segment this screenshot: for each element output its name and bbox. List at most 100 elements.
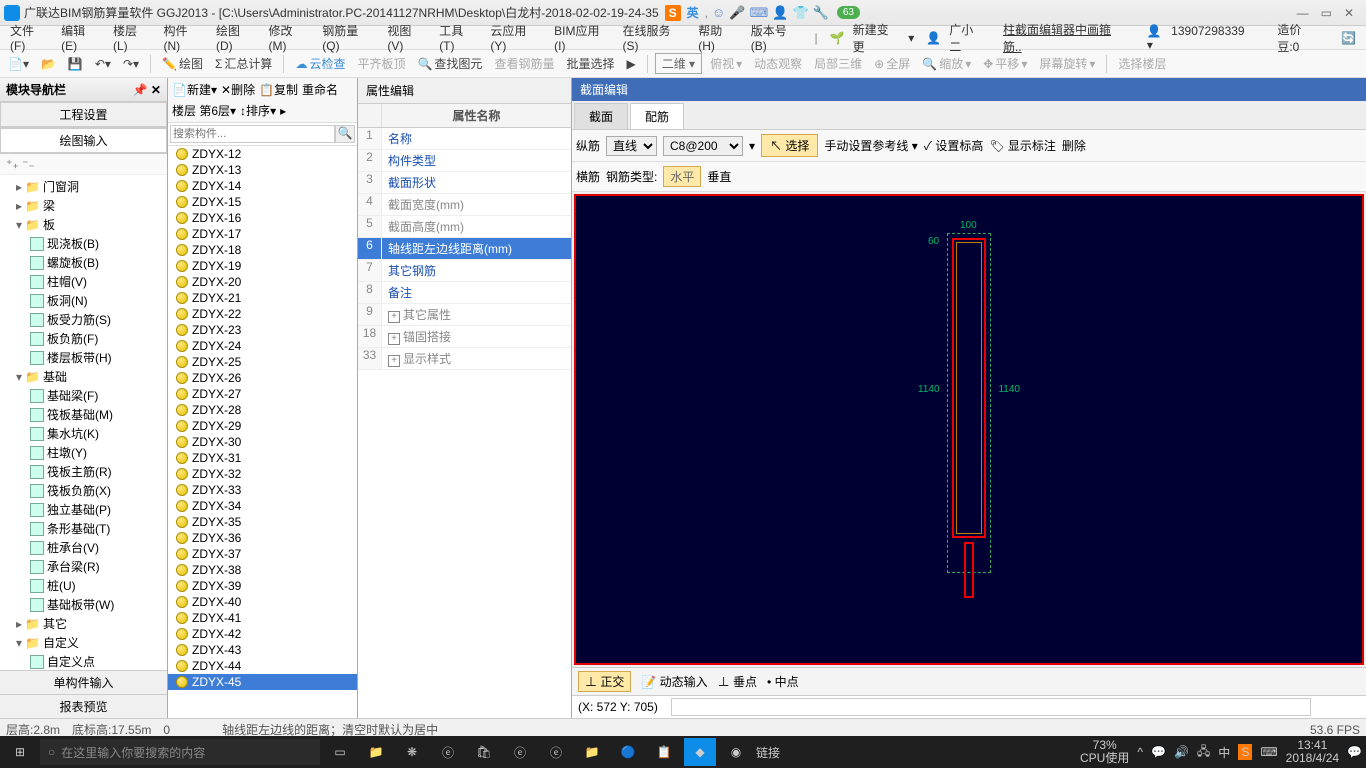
edge-icon[interactable]: ⓔ bbox=[432, 738, 464, 766]
component-item[interactable]: ZDYX-35 bbox=[168, 514, 357, 530]
tab-rebar[interactable]: 配筋 bbox=[630, 103, 684, 129]
component-item[interactable]: ZDYX-23 bbox=[168, 322, 357, 338]
property-row[interactable]: 2构件类型 bbox=[358, 150, 571, 172]
tree-item[interactable]: ▾ 📁 基础 bbox=[2, 367, 165, 386]
canvas[interactable]: 100 60 1140 1140 bbox=[574, 194, 1364, 665]
component-item[interactable]: ZDYX-26 bbox=[168, 370, 357, 386]
component-item[interactable]: ZDYX-27 bbox=[168, 386, 357, 402]
property-row[interactable]: 4截面宽度(mm) bbox=[358, 194, 571, 216]
coord-input[interactable] bbox=[671, 698, 1311, 716]
property-row[interactable]: 6轴线距左边线距离(mm) bbox=[358, 238, 571, 260]
link-label[interactable]: 链接 bbox=[756, 744, 780, 761]
component-item[interactable]: ZDYX-14 bbox=[168, 178, 357, 194]
mid-button[interactable]: • 中点 bbox=[767, 673, 799, 690]
tree-item[interactable]: 板受力筋(S) bbox=[2, 310, 165, 329]
tab-section[interactable]: 截面 bbox=[574, 103, 628, 129]
component-item[interactable]: ZDYX-38 bbox=[168, 562, 357, 578]
2d-selector[interactable]: 二维 ▾ bbox=[655, 53, 702, 74]
component-item[interactable]: ZDYX-31 bbox=[168, 450, 357, 466]
component-item[interactable]: ZDYX-43 bbox=[168, 642, 357, 658]
save-icon[interactable]: 💾 bbox=[64, 55, 87, 73]
search-input[interactable] bbox=[170, 125, 335, 143]
component-item[interactable]: ZDYX-25 bbox=[168, 354, 357, 370]
maximize-button[interactable]: ▭ bbox=[1321, 6, 1332, 20]
tree-item[interactable]: 楼层板带(H) bbox=[2, 348, 165, 367]
tray-lang[interactable]: 中 bbox=[1218, 744, 1230, 761]
tray-up-icon[interactable]: ^ bbox=[1137, 745, 1143, 759]
component-item[interactable]: ZDYX-45 bbox=[168, 674, 357, 690]
component-item[interactable]: ZDYX-17 bbox=[168, 226, 357, 242]
task-view-icon[interactable]: ▭ bbox=[324, 738, 356, 766]
tray-net-icon[interactable]: 🖧 bbox=[1197, 742, 1210, 763]
component-item[interactable]: ZDYX-20 bbox=[168, 274, 357, 290]
hint-link[interactable]: 柱截面编辑器中画箍筋.. bbox=[997, 19, 1135, 57]
rebar-spec-select[interactable]: C8@200 bbox=[663, 136, 743, 156]
app-icon-4[interactable]: 📋 bbox=[648, 738, 680, 766]
component-item[interactable]: ZDYX-12 bbox=[168, 146, 357, 162]
component-item[interactable]: ZDYX-44 bbox=[168, 658, 357, 674]
property-row[interactable]: 18+锚固搭接 bbox=[358, 326, 571, 348]
topview-button[interactable]: 俯视 ▾ bbox=[706, 53, 746, 74]
component-item[interactable]: ZDYX-24 bbox=[168, 338, 357, 354]
delete-button-2[interactable]: 删除 bbox=[1062, 137, 1086, 154]
component-item[interactable]: ZDYX-13 bbox=[168, 162, 357, 178]
component-item[interactable]: ZDYX-40 bbox=[168, 594, 357, 610]
tree-item[interactable]: ▸ 📁 门窗洞 bbox=[2, 177, 165, 196]
tree-item[interactable]: ▸ 📁 其它 bbox=[2, 614, 165, 633]
component-item[interactable]: ZDYX-34 bbox=[168, 498, 357, 514]
ortho-button[interactable]: ⊥ 正交 bbox=[578, 671, 631, 692]
tree-item[interactable]: ▸ 📁 梁 bbox=[2, 196, 165, 215]
explorer-icon[interactable]: 📁 bbox=[576, 738, 608, 766]
component-item[interactable]: ZDYX-37 bbox=[168, 546, 357, 562]
open-icon[interactable]: 📂 bbox=[37, 55, 60, 73]
menu-modify[interactable]: 修改(M) bbox=[262, 20, 316, 55]
tree-item[interactable]: 螺旋板(B) bbox=[2, 253, 165, 272]
component-item[interactable]: ZDYX-28 bbox=[168, 402, 357, 418]
menu-draw[interactable]: 绘图(D) bbox=[210, 20, 262, 55]
menu-floor[interactable]: 楼层(L) bbox=[107, 20, 158, 55]
zoom-button[interactable]: 🔍 缩放 ▾ bbox=[918, 53, 975, 74]
tree-item[interactable]: 集水坑(K) bbox=[2, 424, 165, 443]
menu-edit[interactable]: 编辑(E) bbox=[55, 20, 107, 55]
view-rebar-button[interactable]: 查看钢筋量 bbox=[490, 53, 558, 74]
app-icon-1[interactable]: 📁 bbox=[360, 738, 392, 766]
tree-item[interactable]: 承台梁(R) bbox=[2, 557, 165, 576]
search-button[interactable]: 🔍 bbox=[335, 125, 355, 143]
component-item[interactable]: ZDYX-16 bbox=[168, 210, 357, 226]
pin-icon[interactable]: 📌 ✕ bbox=[133, 83, 161, 97]
property-row[interactable]: 9+其它属性 bbox=[358, 304, 571, 326]
sum-button[interactable]: Σ 汇总计算 bbox=[211, 53, 276, 74]
pan-button[interactable]: ✥ 平移 ▾ bbox=[979, 53, 1031, 74]
component-item[interactable]: ZDYX-33 bbox=[168, 482, 357, 498]
tree-item[interactable]: 筏板基础(M) bbox=[2, 405, 165, 424]
minimize-button[interactable]: — bbox=[1297, 6, 1309, 20]
menu-cloud[interactable]: 云应用(Y) bbox=[484, 20, 548, 55]
taskbar-search[interactable]: ○ 在这里输入你要搜索的内容 bbox=[40, 739, 320, 765]
delete-button[interactable]: ✕删除 bbox=[221, 81, 255, 98]
menu-view[interactable]: 视图(V) bbox=[381, 20, 433, 55]
select-button[interactable]: ↖ 选择 bbox=[761, 134, 818, 157]
component-item[interactable]: ZDYX-19 bbox=[168, 258, 357, 274]
vertical-button[interactable]: 垂直 bbox=[707, 168, 731, 185]
component-item[interactable]: ZDYX-21 bbox=[168, 290, 357, 306]
component-item[interactable]: ZDYX-29 bbox=[168, 418, 357, 434]
manual-ref-button[interactable]: 手动设置参考线 ▾ bbox=[824, 137, 917, 154]
find-button[interactable]: 🔍 查找图元 bbox=[413, 53, 486, 74]
app-icon-5[interactable]: ◆ bbox=[684, 738, 716, 766]
menu-online[interactable]: 在线服务(S) bbox=[617, 20, 693, 55]
copy-button[interactable]: 📋复制 bbox=[259, 81, 298, 98]
tree-item[interactable]: 柱墩(Y) bbox=[2, 443, 165, 462]
dyn-input-button[interactable]: 📝 动态输入 bbox=[641, 673, 707, 690]
set-elevation-button[interactable]: ✓ 设置标高 bbox=[924, 137, 984, 154]
tree-item[interactable]: 独立基础(P) bbox=[2, 500, 165, 519]
property-row[interactable]: 7其它钢筋 bbox=[358, 260, 571, 282]
app-icon-2[interactable]: ❋ bbox=[396, 738, 428, 766]
tree-item[interactable]: 桩承台(V) bbox=[2, 538, 165, 557]
component-item[interactable]: ZDYX-32 bbox=[168, 466, 357, 482]
tree-item[interactable]: ▾ 📁 自定义 bbox=[2, 633, 165, 652]
component-item[interactable]: ZDYX-22 bbox=[168, 306, 357, 322]
property-row[interactable]: 3截面形状 bbox=[358, 172, 571, 194]
tray-sogou[interactable]: S bbox=[1238, 744, 1252, 760]
start-button[interactable]: ⊞ bbox=[4, 738, 36, 766]
menu-help[interactable]: 帮助(H) bbox=[692, 20, 744, 55]
